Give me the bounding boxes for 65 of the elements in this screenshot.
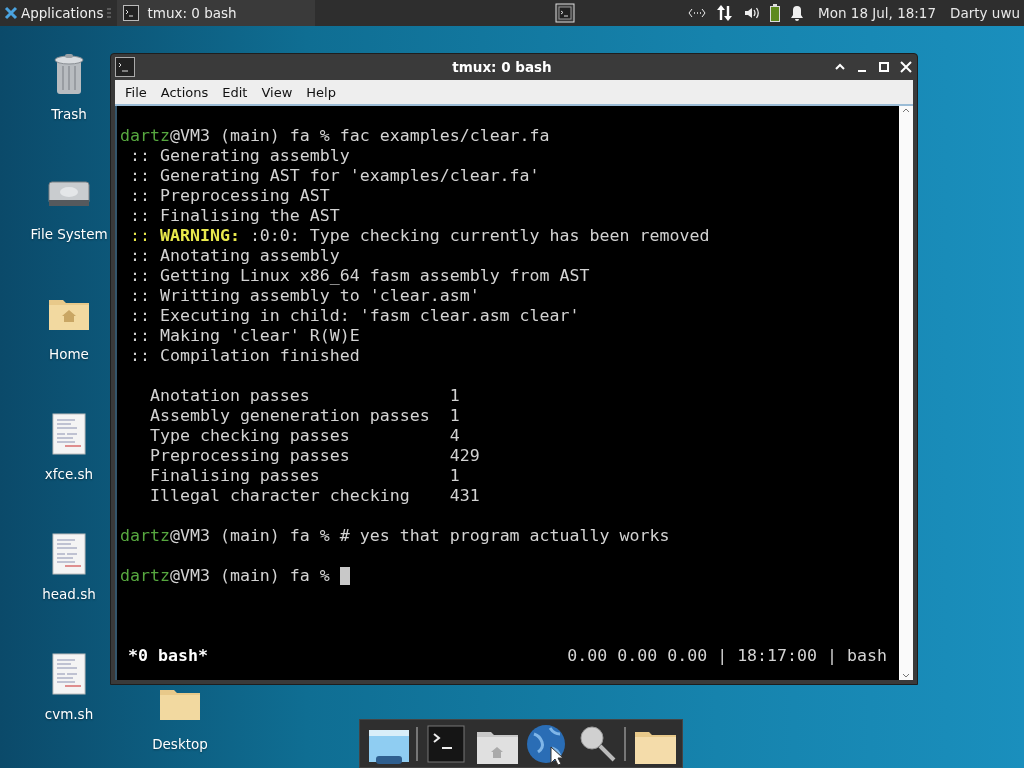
transfer-arrows-icon[interactable]: [716, 4, 735, 22]
stat-name: Preprocessing passes: [149, 446, 351, 466]
maximize-icon[interactable]: [877, 60, 891, 74]
terminal-line: :: Anotating assembly: [130, 246, 340, 266]
stat-name: Type checking passes: [149, 426, 351, 446]
window-title: tmux: 0 bash: [452, 59, 552, 75]
battery-icon[interactable]: [770, 4, 781, 22]
tmux-window-label: *0 bash*: [128, 646, 208, 666]
user-menu[interactable]: Darty uwu: [950, 5, 1020, 21]
stat-name: Finalising passes: [149, 466, 321, 486]
warning-label: WARNING:: [159, 226, 240, 246]
stat-value: 1: [449, 406, 460, 426]
terminal-line: :: Generating AST for 'examples/clear.fa': [130, 166, 540, 186]
menu-item[interactable]: Edit: [216, 84, 256, 100]
terminal-line: @VM3 (main) fa % # yes that program actually works: [169, 526, 670, 546]
close-icon[interactable]: [899, 60, 913, 74]
terminal-line: :: Preprocessing AST: [130, 186, 330, 206]
prompt-user: dartz: [120, 126, 170, 146]
clock[interactable]: Mon 18 Jul, 18:17: [818, 5, 937, 21]
terminal-icon: [123, 5, 140, 21]
terminal-line: :: Executing in child: 'fasm clear.asm clear': [130, 306, 580, 326]
taskbar-button[interactable]: tmux: 0 bash: [117, 0, 316, 26]
desktop-icon-label[interactable]: head.sh: [42, 586, 96, 602]
bell-icon[interactable]: [790, 5, 805, 21]
x-logo-icon: [4, 6, 18, 20]
terminal-line: :: Getting Linux x86_64 fasm assembly from AST: [130, 266, 590, 286]
warning-message: :0:0: Type checking currently has been removed: [249, 226, 710, 246]
menu-item[interactable]: Help: [300, 84, 344, 100]
stat-name: Anotation passes: [149, 386, 311, 406]
terminal-line: :: Finalising the AST: [130, 206, 340, 226]
terminal-line: @VM3 (main) fa %: [169, 566, 330, 586]
stat-value: 1: [449, 386, 460, 406]
scroll-down-icon: [902, 672, 910, 680]
desktop-icon-label[interactable]: Home: [49, 346, 89, 362]
terminal-line: :: Compilation finished: [130, 346, 360, 366]
desktop-icon-label[interactable]: Desktop: [152, 736, 208, 752]
stat-name: Assembly geneneration passes: [149, 406, 431, 426]
network-icon[interactable]: [688, 7, 707, 19]
terminal-line: :: Generating assembly: [130, 146, 350, 166]
menu-item[interactable]: View: [255, 84, 301, 100]
scroll-up-icon: [902, 106, 910, 114]
prompt-user: dartz: [120, 566, 170, 586]
terminal-line: @VM3 (main) fa % fac examples/clear.fa: [169, 126, 550, 146]
stat-value: 4: [449, 426, 460, 446]
terminal-window-icon[interactable]: [555, 3, 576, 23]
prompt-user: dartz: [120, 526, 170, 546]
panel-handle-icon: [107, 8, 112, 18]
applications-menu[interactable]: Applications: [0, 0, 108, 26]
desktop-icon-label[interactable]: xfce.sh: [44, 466, 94, 482]
stat-value: 429: [449, 446, 480, 466]
menu-item[interactable]: File: [119, 84, 155, 100]
desktop-icon-label[interactable]: Trash: [51, 106, 87, 122]
volume-icon[interactable]: [744, 6, 761, 20]
warning-marker: ::: [130, 226, 150, 246]
stat-value: 431: [449, 486, 480, 506]
stat-value: 1: [449, 466, 460, 486]
terminal-line: :: Writting assembly to 'clear.asm': [130, 286, 480, 306]
desktop-icon-label[interactable]: cvm.sh: [44, 706, 94, 722]
tmux-status: 0.00 0.00 0.00 | 18:17:00 | bash: [567, 646, 887, 666]
terminal-icon: [115, 57, 135, 77]
stat-name: Illegal character checking: [149, 486, 411, 506]
desktop-icon-label[interactable]: File System: [30, 226, 108, 242]
menu-item[interactable]: Actions: [154, 84, 217, 100]
scrollbar[interactable]: [899, 106, 913, 680]
terminal-line: :: Making 'clear' R(W)E: [130, 326, 360, 346]
